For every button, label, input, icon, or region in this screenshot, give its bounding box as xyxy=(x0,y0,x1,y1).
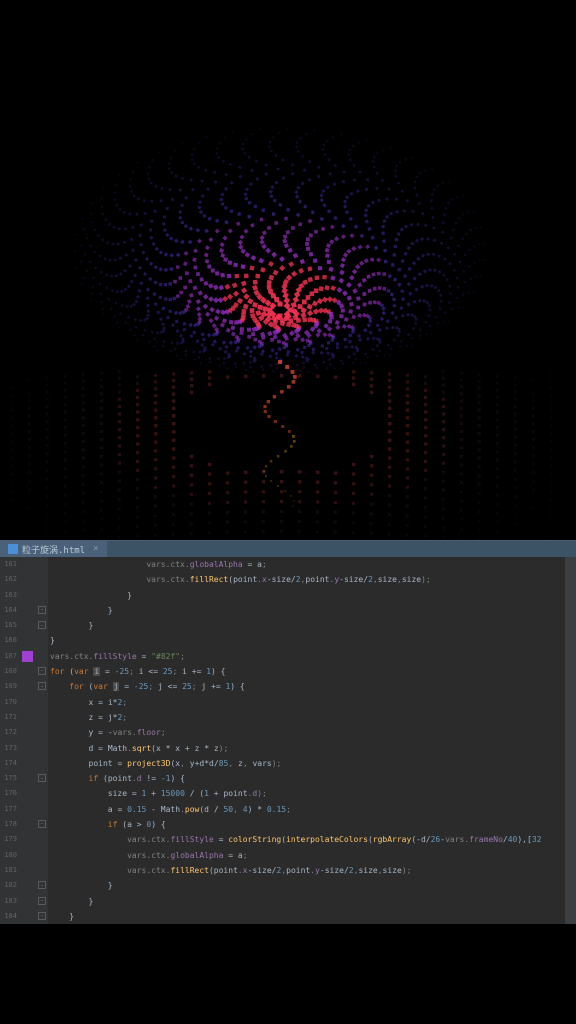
close-icon[interactable]: × xyxy=(93,544,98,554)
tab-filename: 粒子旋涡.html xyxy=(22,543,85,556)
html-file-icon xyxy=(8,544,18,554)
line-number-gutter: 1611621631641651661671681691701711721731… xyxy=(0,557,20,924)
bookmark-column xyxy=(20,557,36,924)
code-editor[interactable]: 1611621631641651661671681691701711721731… xyxy=(0,557,576,924)
canvas-output xyxy=(0,0,576,540)
code-content[interactable]: vars.ctx.globalAlpha = a; vars.ctx.fillR… xyxy=(48,557,565,924)
file-tab[interactable]: 粒子旋涡.html × xyxy=(0,541,107,557)
tab-bar: 粒子旋涡.html × xyxy=(0,540,576,557)
vortex-visualization xyxy=(0,0,576,540)
bottom-spacer xyxy=(0,924,576,1024)
vertical-scrollbar[interactable] xyxy=(565,557,576,924)
fold-column: --------- xyxy=(36,557,48,924)
